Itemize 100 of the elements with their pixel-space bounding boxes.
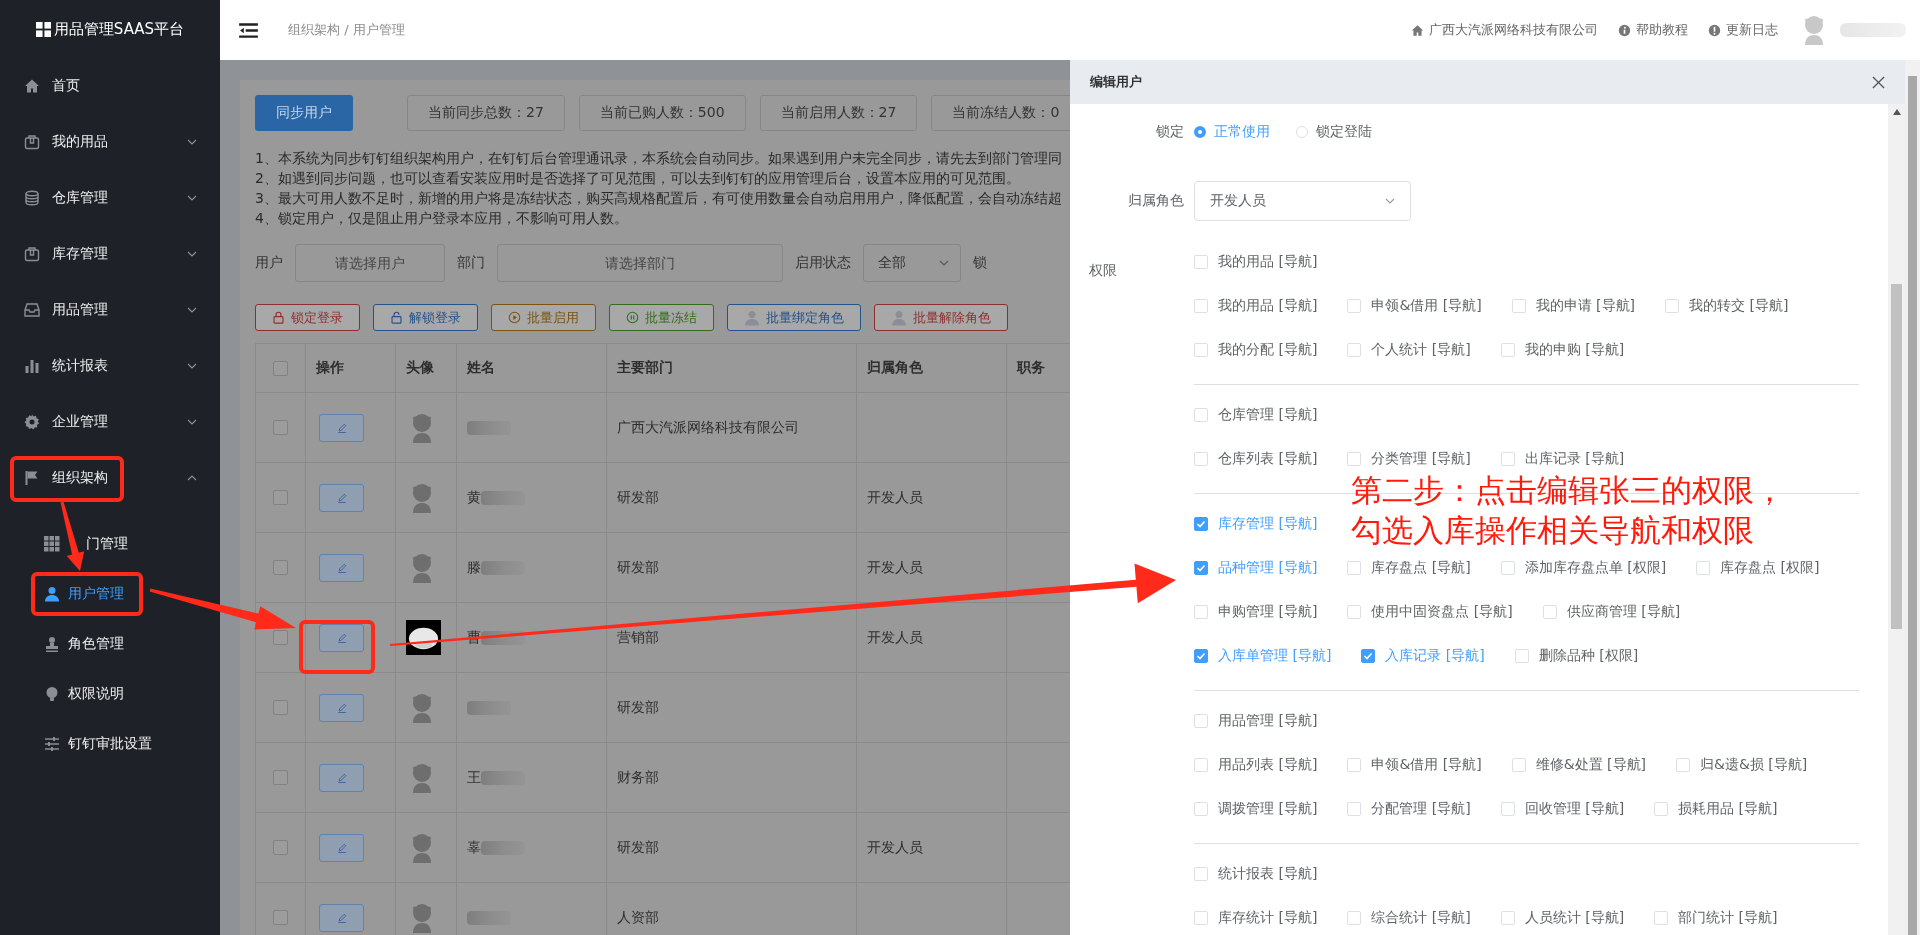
permission-checkbox[interactable]: 申领&借用 [导航] — [1347, 297, 1482, 315]
note-text: 1、本系统为同步钉钉组织架构用户，在钉钉后台管理通讯录，本系统会自动同步。如果遇到用户未完全同步，请先去到部门管理同 — [255, 149, 1063, 168]
permission-checkbox[interactable]: 损耗用品 [导航] — [1654, 800, 1778, 818]
permission-checkbox[interactable]: 我的用品 [导航] — [1194, 297, 1318, 315]
permission-checkbox[interactable]: 综合统计 [导航] — [1347, 909, 1471, 927]
edit-button[interactable] — [319, 763, 364, 792]
permission-checkbox[interactable]: 供应商管理 [导航] — [1542, 603, 1681, 621]
menu-icon[interactable] — [239, 22, 258, 38]
permission-checkbox[interactable]: 分配管理 [导航] — [1347, 800, 1471, 818]
sidebar-item[interactable]: 库存管理 — [0, 226, 220, 282]
checkbox[interactable] — [273, 630, 288, 645]
header-link[interactable]: 更新日志 — [1726, 21, 1778, 39]
edit-button[interactable] — [319, 483, 364, 512]
checkbox[interactable] — [273, 770, 288, 785]
drawer-title: 编辑用户 — [1090, 73, 1142, 91]
edit-button[interactable] — [319, 623, 364, 652]
annotation-text: 勾选入库操作相关导航和权限 — [1351, 511, 1755, 550]
permission-checkbox[interactable]: 用品管理 [导航] — [1194, 712, 1318, 730]
submenu-item[interactable]: 角色管理 — [0, 619, 220, 669]
permission-checkbox[interactable]: 仓库管理 [导航] — [1194, 406, 1318, 424]
stamp-icon — [44, 636, 60, 652]
scrollbar[interactable] — [1905, 60, 1920, 935]
edit-icon — [335, 841, 348, 854]
batch-button[interactable]: 解锁登录 — [373, 304, 478, 331]
form-label: 锁定 — [1155, 123, 1185, 141]
permission-checkbox[interactable]: 维修&处置 [导航] — [1511, 756, 1646, 774]
scrollbar[interactable] — [1888, 104, 1905, 935]
radio-option[interactable]: 锁定登陆 — [1296, 123, 1372, 141]
submenu-item[interactable]: 权限说明 — [0, 669, 220, 719]
checkbox[interactable] — [273, 840, 288, 855]
info-icon — [1618, 23, 1631, 37]
filter-field[interactable]: 请选择部门 — [497, 244, 783, 282]
submenu-item[interactable]: 钉钉审批设置 — [0, 719, 220, 769]
permission-checkbox[interactable]: 个人统计 [导航] — [1347, 341, 1471, 359]
checkbox[interactable] — [273, 700, 288, 715]
close-icon[interactable] — [1872, 75, 1885, 89]
checkbox[interactable] — [273, 420, 288, 435]
batch-button[interactable]: 批量解除角色 — [874, 304, 1008, 331]
edit-button[interactable] — [319, 903, 364, 932]
inbox-icon — [24, 302, 40, 318]
permission-checkbox[interactable]: 统计报表 [导航] — [1194, 865, 1318, 883]
permission-checkbox[interactable]: 归&遗&损 [导航] — [1675, 756, 1808, 774]
permission-checkbox[interactable]: 出库记录 [导航] — [1500, 450, 1625, 468]
annotation-arrow — [60, 501, 85, 571]
permission-checkbox[interactable]: 用品列表 [导航] — [1194, 756, 1318, 774]
batch-button[interactable]: 锁定登录 — [255, 304, 360, 331]
batch-button[interactable]: 批量绑定角色 — [727, 304, 861, 331]
sliders-icon — [44, 736, 60, 752]
permission-checkbox[interactable]: 申领&借用 [导航] — [1347, 756, 1482, 774]
sidebar-item[interactable]: 统计报表 — [0, 338, 220, 394]
scroll-up-icon[interactable] — [1892, 109, 1901, 115]
edit-button[interactable] — [319, 553, 364, 582]
permission-checkbox[interactable]: 调拨管理 [导航] — [1194, 800, 1318, 818]
permission-checkbox[interactable]: 使用中固资盘点 [导航] — [1347, 603, 1513, 621]
permission-checkbox[interactable]: 仓库列表 [导航] — [1194, 450, 1318, 468]
sync-button[interactable]: 同步用户 — [255, 95, 353, 131]
checkbox[interactable] — [273, 360, 288, 376]
sidebar-item[interactable]: 仓库管理 — [0, 170, 220, 226]
blurred-name — [467, 420, 511, 435]
checkbox[interactable] — [273, 490, 288, 505]
play-icon — [508, 311, 521, 324]
permission-checkbox[interactable]: 添加库存盘点单 [权限] — [1500, 559, 1667, 577]
permission-checkbox[interactable]: 库存盘点 [导航] — [1347, 559, 1471, 577]
permission-checkbox[interactable]: 我的申购 [导航] — [1500, 341, 1625, 359]
blurred-name — [481, 560, 525, 575]
checkbox[interactable] — [273, 910, 288, 925]
breadcrumb: 组织架构 / 用户管理 — [288, 21, 405, 39]
permission-checkbox[interactable]: 删除品种 [权限] — [1514, 647, 1639, 665]
user-icon — [744, 309, 760, 326]
permission-checkbox[interactable]: 库存统计 [导航] — [1194, 909, 1318, 927]
permission-checkbox[interactable]: 部门统计 [导航] — [1654, 909, 1778, 927]
department-cell: 广西大汽派网络科技有限公司 — [617, 418, 799, 437]
permission-checkbox[interactable]: 库存盘点 [权限] — [1696, 559, 1820, 577]
permission-checkbox[interactable]: 我的分配 [导航] — [1194, 341, 1318, 359]
checkbox[interactable] — [273, 560, 288, 575]
edit-button[interactable] — [319, 413, 364, 442]
permission-checkbox[interactable]: 我的用品 [导航] — [1194, 253, 1318, 271]
status-select[interactable]: 全部 — [863, 244, 961, 282]
permission-checkbox[interactable]: 我的转交 [导航] — [1665, 297, 1789, 315]
alert-icon — [1708, 23, 1721, 37]
role-select[interactable]: 开发人员 — [1194, 181, 1411, 221]
edit-button[interactable] — [319, 693, 364, 722]
filter-field[interactable]: 请选择用户 — [295, 244, 445, 282]
header-link[interactable]: 帮助教程 — [1636, 21, 1688, 39]
role-cell: 开发人员 — [867, 628, 923, 647]
sidebar-item[interactable]: 首页 — [0, 58, 220, 114]
submenu-item[interactable]: 门管理 — [0, 519, 220, 569]
sidebar-item[interactable]: 组织架构 — [0, 450, 220, 506]
permission-checkbox[interactable]: 分类管理 [导航] — [1347, 450, 1471, 468]
sidebar-item[interactable]: 企业管理 — [0, 394, 220, 450]
role-cell: 开发人员 — [867, 558, 923, 577]
permission-checkbox[interactable]: 回收管理 [导航] — [1500, 800, 1625, 818]
sidebar-item[interactable]: 我的用品 — [0, 114, 220, 170]
permission-checkbox[interactable]: 人员统计 [导航] — [1500, 909, 1625, 927]
submenu-item[interactable]: 用户管理 — [0, 569, 220, 619]
column-header: 职务 — [1017, 359, 1045, 377]
edit-button[interactable] — [319, 833, 364, 862]
permission-checkbox[interactable]: 申购管理 [导航] — [1194, 603, 1318, 621]
sidebar-item[interactable]: 用品管理 — [0, 282, 220, 338]
permission-checkbox[interactable]: 我的申请 [导航] — [1511, 297, 1636, 315]
